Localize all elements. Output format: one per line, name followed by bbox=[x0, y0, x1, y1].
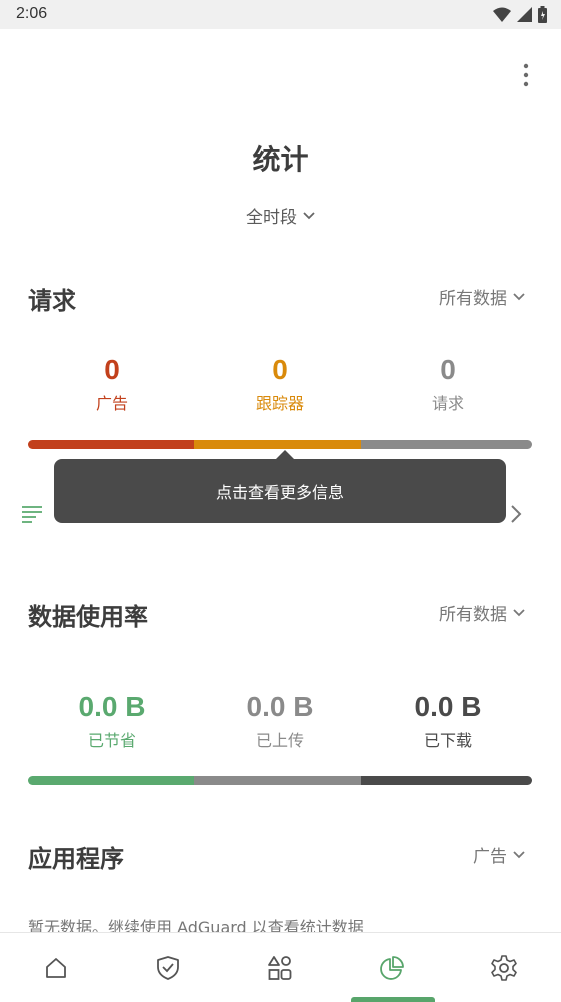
chevron-down-icon bbox=[513, 850, 525, 858]
nav-active-indicator bbox=[351, 997, 435, 1002]
settings-icon bbox=[491, 955, 517, 981]
data-usage-filter-label: 所有数据 bbox=[439, 605, 507, 625]
shield-icon bbox=[157, 956, 179, 980]
nav-apps[interactable] bbox=[224, 933, 336, 1002]
chevron-down-icon bbox=[513, 292, 525, 300]
signal-icon bbox=[517, 7, 532, 22]
more-vert-icon bbox=[523, 63, 529, 87]
nav-home[interactable] bbox=[0, 933, 112, 1002]
ads-label: 广告 bbox=[95, 394, 128, 413]
status-bar: 2:06 bbox=[0, 0, 561, 29]
apps-filter-label: 广告 bbox=[473, 847, 507, 867]
requests-section-title: 请求 bbox=[28, 287, 76, 315]
downloaded-value: 0.0 B bbox=[414, 691, 482, 722]
status-time: 2:06 bbox=[16, 5, 48, 22]
saved-value: 0.0 B bbox=[78, 691, 146, 722]
trackers-stat[interactable]: 0 跟踪器 bbox=[215, 354, 345, 414]
ads-bar-segment bbox=[28, 440, 194, 449]
chevron-down-icon bbox=[303, 211, 315, 219]
saved-label: 已节省 bbox=[87, 731, 136, 750]
uploaded-bar-segment bbox=[194, 776, 361, 785]
requests-stat[interactable]: 0 请求 bbox=[383, 354, 513, 414]
nav-statistics[interactable] bbox=[336, 933, 448, 1002]
trackers-bar-segment bbox=[194, 440, 361, 449]
uploaded-label: 已上传 bbox=[255, 731, 304, 750]
downloaded-stat[interactable]: 0.0 B 已下载 bbox=[383, 691, 513, 751]
uploaded-value: 0.0 B bbox=[246, 691, 314, 722]
requests-count: 0 bbox=[440, 354, 456, 385]
status-icons bbox=[493, 6, 547, 23]
trackers-label: 跟踪器 bbox=[255, 394, 304, 413]
data-usage-section-title: 数据使用率 bbox=[28, 603, 148, 631]
apps-filter-dropdown[interactable]: 广告 bbox=[473, 842, 525, 867]
nav-protection[interactable] bbox=[112, 933, 224, 1002]
saved-bar-segment bbox=[28, 776, 194, 785]
page-title: 统计 bbox=[252, 143, 309, 176]
bottom-navigation bbox=[0, 932, 561, 1002]
requests-progress-bar bbox=[28, 440, 532, 449]
requests-bar-segment bbox=[361, 440, 532, 449]
uploaded-stat[interactable]: 0.0 B 已上传 bbox=[215, 691, 345, 751]
saved-stat[interactable]: 0.0 B 已节省 bbox=[47, 691, 177, 751]
home-icon bbox=[46, 958, 66, 978]
list-icon[interactable] bbox=[20, 503, 44, 525]
more-options-button[interactable] bbox=[511, 60, 541, 90]
wifi-icon bbox=[493, 7, 511, 22]
battery-icon bbox=[538, 6, 547, 23]
ads-count: 0 bbox=[104, 354, 120, 385]
requests-label: 请求 bbox=[431, 394, 464, 413]
data-usage-filter-dropdown[interactable]: 所有数据 bbox=[439, 600, 525, 625]
period-label: 全时段 bbox=[246, 208, 297, 228]
requests-filter-dropdown[interactable]: 所有数据 bbox=[439, 284, 525, 309]
ads-stat[interactable]: 0 广告 bbox=[47, 354, 177, 414]
trackers-count: 0 bbox=[272, 354, 288, 385]
apps-section-title: 应用程序 bbox=[28, 845, 124, 873]
requests-filter-label: 所有数据 bbox=[439, 289, 507, 309]
downloaded-label: 已下载 bbox=[423, 731, 472, 750]
chevron-right-icon[interactable] bbox=[508, 503, 524, 525]
apps-icon bbox=[268, 956, 292, 980]
downloaded-bar-segment bbox=[361, 776, 532, 785]
period-selector[interactable]: 全时段 bbox=[0, 203, 561, 228]
data-usage-progress-bar bbox=[28, 776, 532, 785]
statistics-icon bbox=[380, 956, 404, 980]
tooltip-text: 点击查看更多信息 bbox=[215, 483, 344, 502]
tooltip[interactable]: 点击查看更多信息 bbox=[54, 459, 506, 523]
nav-settings[interactable] bbox=[448, 933, 560, 1002]
chevron-down-icon bbox=[513, 608, 525, 616]
